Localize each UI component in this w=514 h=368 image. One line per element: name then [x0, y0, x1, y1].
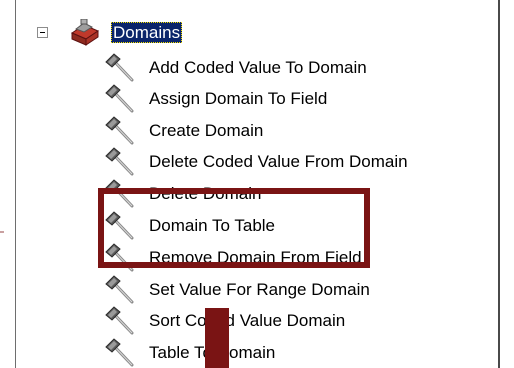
tool-delete-coded-value-from-domain[interactable]: Delete Coded Value From Domain [104, 146, 408, 178]
tool-label: Create Domain [149, 121, 264, 140]
offscreen-mark [0, 231, 4, 233]
tool-delete-domain[interactable]: Delete Domain [104, 178, 261, 210]
collapse-toggle[interactable] [37, 27, 48, 38]
annotation-bar [205, 308, 229, 368]
tool-label: Sort Coded Value Domain [149, 311, 346, 330]
tool-remove-domain-from-field[interactable]: Remove Domain From Field [104, 242, 362, 274]
tool-table-to-domain[interactable]: Table To Domain [104, 337, 275, 368]
tool-label: Delete Coded Value From Domain [149, 152, 408, 171]
tool-domain-to-table[interactable]: Domain To Table [104, 210, 275, 242]
tool-label: Delete Domain [149, 184, 262, 203]
tree-root-domains[interactable]: Domains [111, 22, 183, 43]
hammer-icon [105, 243, 134, 272]
panel-border-left [15, 0, 16, 368]
tool-assign-domain-to-field[interactable]: Assign Domain To Field [104, 83, 327, 115]
tool-label: Add Coded Value To Domain [149, 58, 367, 77]
tool-label: Remove Domain From Field [149, 248, 362, 267]
tool-label: Domain To Table [149, 216, 276, 235]
tool-create-domain[interactable]: Create Domain [104, 115, 263, 147]
hammer-icon [105, 53, 134, 82]
hammer-icon [105, 306, 134, 335]
hammer-icon [105, 211, 134, 240]
hammer-icon [105, 84, 134, 113]
hammer-icon [105, 179, 134, 208]
hammer-icon [105, 338, 134, 367]
hammer-icon [105, 275, 134, 304]
tool-label: Set Value For Range Domain [149, 280, 370, 299]
tool-label: Assign Domain To Field [149, 89, 328, 108]
hammer-icon [105, 116, 134, 145]
hammer-icon [105, 147, 134, 176]
tool-set-value-for-range-domain[interactable]: Set Value For Range Domain [104, 274, 370, 306]
toolbox-folder-icon [70, 19, 100, 46]
toolbox-tree-panel: Domains Add Coded Value To Domain Assign… [0, 0, 514, 368]
panel-border-right [498, 0, 500, 368]
tool-add-coded-value-to-domain[interactable]: Add Coded Value To Domain [104, 52, 367, 84]
